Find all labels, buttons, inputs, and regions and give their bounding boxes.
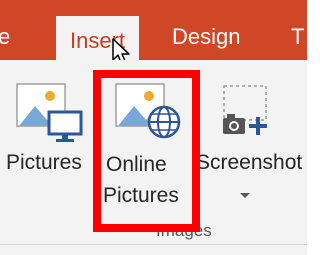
tab-design[interactable]: Design [172,22,240,52]
pictures-button[interactable]: Pictures [0,70,95,210]
tab-home-partial[interactable]: e [0,22,10,52]
ribbon-bottom-divider [0,244,307,245]
pictures-label: Pictures [6,151,82,174]
screenshot-button[interactable]: Screenshot [196,70,307,215]
ribbon-tab-bar: e Insert Design T [0,0,307,60]
highlight-box [93,70,200,232]
chevron-down-icon[interactable] [239,192,251,200]
screenshot-label: Screenshot [196,151,303,174]
tab-transitions-partial[interactable]: T [291,22,304,52]
